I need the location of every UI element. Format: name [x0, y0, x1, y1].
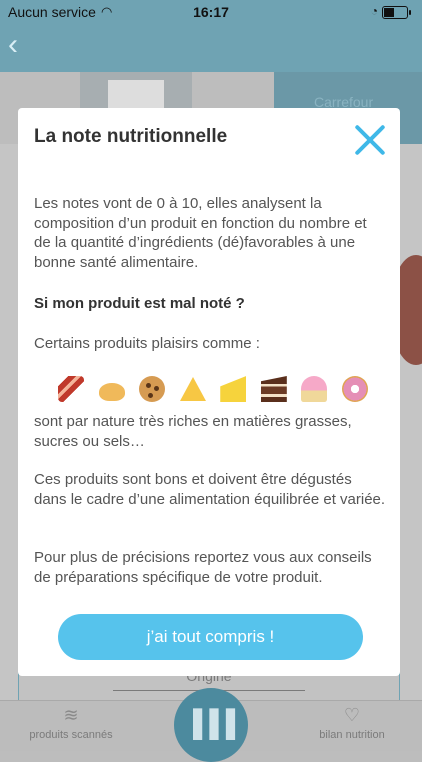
- cheese-icon: [220, 376, 247, 402]
- food-emoji-row: [58, 372, 368, 406]
- heart-pulse-icon: ♡: [343, 705, 361, 725]
- croissant-icon: [98, 383, 125, 401]
- donut-icon: [341, 376, 368, 402]
- nature-text: sont par nature très riches en matières …: [34, 413, 352, 450]
- intro-text: Les notes vont de 0 à 10, elles analysen…: [34, 195, 367, 271]
- precisions-text: Pour plus de précisions reportez vous au…: [34, 549, 372, 586]
- back-chevron-icon[interactable]: ‹: [8, 30, 18, 60]
- status-bar: Aucun service ◠ 16:17 ◔: [0, 0, 422, 24]
- close-icon[interactable]: [352, 122, 388, 158]
- nutrition-info-modal: La note nutritionnelle Les notes vont de…: [18, 108, 400, 676]
- layers-icon: ≋: [63, 705, 79, 725]
- battery-icon: [382, 6, 411, 19]
- certains-text: Certains produits plaisirs comme :: [34, 335, 260, 352]
- bons-text: Ces produits sont bons et doivent être d…: [34, 471, 386, 508]
- bacon-icon: [58, 376, 84, 402]
- cupcake-icon: [301, 376, 328, 402]
- modal-title: La note nutritionnelle: [34, 126, 228, 147]
- scan-button[interactable]: ▌▌▌: [174, 688, 248, 762]
- question-heading: Si mon produit est mal noté ?: [34, 295, 245, 312]
- app-header: ‹: [0, 24, 422, 72]
- cake-icon: [260, 376, 287, 402]
- understood-button[interactable]: j’ai tout compris !: [58, 614, 363, 660]
- tab-bilan-nutrition-label: bilan nutrition: [319, 729, 385, 741]
- pizza-icon: [179, 377, 206, 401]
- cookie-icon: [139, 376, 166, 402]
- clock: 16:17: [193, 4, 229, 20]
- tab-produits-scannes[interactable]: ≋ produits scannés: [14, 705, 128, 741]
- orientation-lock-icon: ◔: [370, 4, 378, 18]
- tab-produits-scannes-label: produits scannés: [29, 729, 113, 741]
- tab-bilan-nutrition[interactable]: ♡ bilan nutrition: [300, 705, 404, 741]
- barcode-scan-icon: ▌▌▌: [193, 708, 244, 738]
